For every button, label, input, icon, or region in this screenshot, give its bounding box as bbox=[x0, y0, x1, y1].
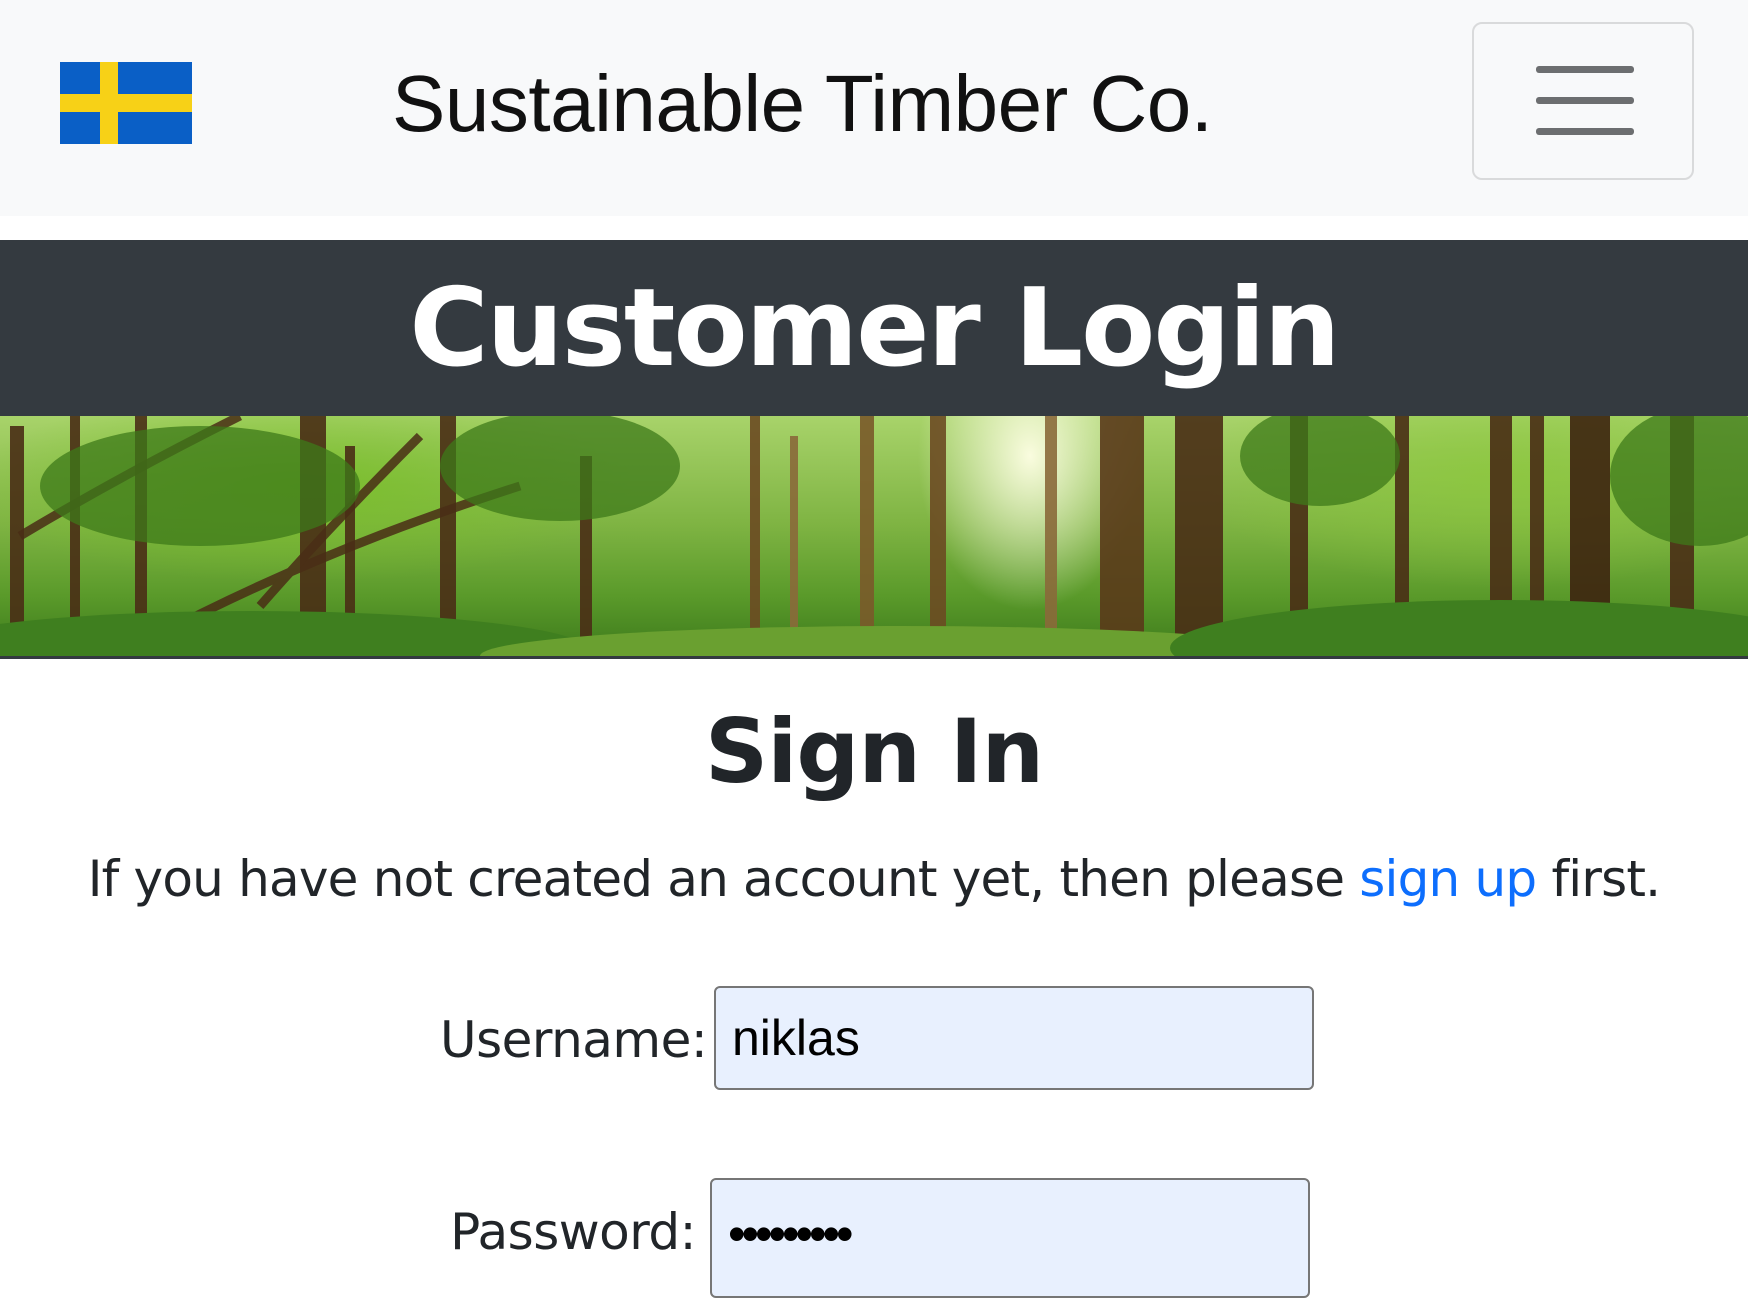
sweden-flag-icon bbox=[60, 62, 192, 144]
flag-horizontal-cross bbox=[60, 94, 192, 112]
forest-banner-image bbox=[0, 416, 1748, 659]
username-input[interactable] bbox=[714, 986, 1314, 1090]
signup-prompt-text: If you have not created an account yet, … bbox=[87, 850, 1345, 908]
brand-link[interactable]: Sustainable Timber Co. bbox=[392, 56, 1213, 152]
username-label: Username: bbox=[440, 1011, 708, 1069]
signup-prompt-end: first. bbox=[1551, 850, 1661, 908]
signup-prompt: If you have not created an account yet, … bbox=[0, 850, 1748, 908]
password-input[interactable]: ••••••••• bbox=[710, 1178, 1310, 1298]
navbar: Sustainable Timber Co. bbox=[0, 0, 1748, 216]
forest-trees bbox=[0, 416, 1748, 656]
page-title: Customer Login bbox=[409, 265, 1340, 391]
hamburger-menu-icon-bar bbox=[1536, 128, 1634, 135]
sign-in-heading: Sign In bbox=[704, 700, 1044, 803]
sign-up-link[interactable]: sign up bbox=[1359, 850, 1537, 908]
menu-toggle-button[interactable] bbox=[1472, 22, 1694, 180]
page-banner: Customer Login bbox=[0, 240, 1748, 416]
flag-vertical-cross bbox=[100, 62, 118, 144]
hamburger-menu-icon bbox=[1536, 66, 1634, 73]
password-label: Password: bbox=[450, 1203, 696, 1261]
hamburger-menu-icon-bar bbox=[1536, 97, 1634, 104]
